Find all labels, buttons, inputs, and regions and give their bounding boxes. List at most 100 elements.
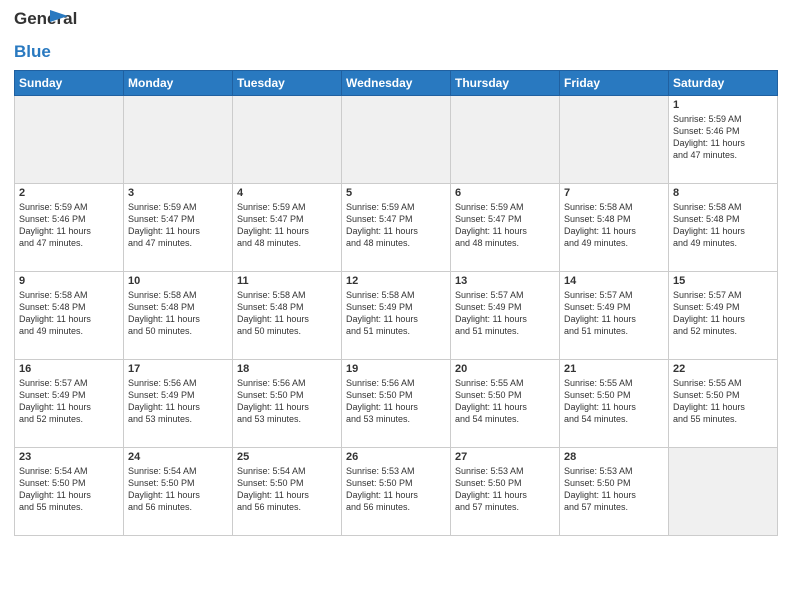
week-row-2: 9 Sunrise: 5:58 AM Sunset: 5:48 PM Daylig… <box>15 272 778 360</box>
calendar-cell: 12 Sunrise: 5:58 AM Sunset: 5:49 PM Dayli… <box>342 272 451 360</box>
calendar-cell: 5 Sunrise: 5:59 AM Sunset: 5:47 PM Daylig… <box>342 184 451 272</box>
day-number: 11 <box>237 275 337 287</box>
day-header-monday: Monday <box>124 71 233 96</box>
day-info: Sunrise: 5:59 AM Sunset: 5:46 PM Dayligh… <box>19 201 119 250</box>
day-info: Sunrise: 5:58 AM Sunset: 5:48 PM Dayligh… <box>673 201 773 250</box>
day-header-wednesday: Wednesday <box>342 71 451 96</box>
calendar-cell <box>233 96 342 184</box>
day-number: 23 <box>19 451 119 463</box>
calendar-cell: 4 Sunrise: 5:59 AM Sunset: 5:47 PM Daylig… <box>233 184 342 272</box>
calendar-cell: 28Sunrise: 5:53 AM Sunset: 5:50 PM Dayli… <box>560 448 669 536</box>
day-info: Sunrise: 5:57 AM Sunset: 5:49 PM Dayligh… <box>564 289 664 338</box>
calendar-cell: 2 Sunrise: 5:59 AM Sunset: 5:46 PM Daylig… <box>15 184 124 272</box>
day-header-thursday: Thursday <box>451 71 560 96</box>
day-number: 18 <box>237 363 337 375</box>
day-number: 21 <box>564 363 664 375</box>
page: General Blue <box>0 0 792 546</box>
day-info: Sunrise: 5:56 AM Sunset: 5:49 PM Dayligh… <box>128 377 228 426</box>
calendar-cell: 18 Sunrise: 5:56 AM Sunset: 5:50 PM Dayli… <box>233 360 342 448</box>
calendar-cell: 11Sunrise: 5:58 AM Sunset: 5:48 PM Dayli… <box>233 272 342 360</box>
calendar-cell <box>669 448 778 536</box>
day-info: Sunrise: 5:55 AM Sunset: 5:50 PM Dayligh… <box>455 377 555 426</box>
calendar-cell: 23 Sunrise: 5:54 AM Sunset: 5:50 PM Dayli… <box>15 448 124 536</box>
calendar-cell <box>342 96 451 184</box>
day-number: 14 <box>564 275 664 287</box>
calendar-cell: 16Sunrise: 5:57 AM Sunset: 5:49 PM Dayli… <box>15 360 124 448</box>
day-info: Sunrise: 5:58 AM Sunset: 5:48 PM Dayligh… <box>19 289 119 338</box>
week-row-0: 1 Sunrise: 5:59 AM Sunset: 5:46 PM Daylig… <box>15 96 778 184</box>
day-number: 5 <box>346 187 446 199</box>
logo: General Blue <box>14 10 66 62</box>
calendar-cell: 9 Sunrise: 5:58 AM Sunset: 5:48 PM Daylig… <box>15 272 124 360</box>
day-info: Sunrise: 5:54 AM Sunset: 5:50 PM Dayligh… <box>128 465 228 514</box>
day-info: Sunrise: 5:59 AM Sunset: 5:47 PM Dayligh… <box>346 201 446 250</box>
day-info: Sunrise: 5:59 AM Sunset: 5:47 PM Dayligh… <box>237 201 337 250</box>
calendar-body: 1 Sunrise: 5:59 AM Sunset: 5:46 PM Daylig… <box>15 96 778 536</box>
day-info: Sunrise: 5:59 AM Sunset: 5:47 PM Dayligh… <box>128 201 228 250</box>
calendar-cell <box>451 96 560 184</box>
logo-icon <box>50 10 68 28</box>
calendar-table: SundayMondayTuesdayWednesdayThursdayFrid… <box>14 70 778 536</box>
day-number: 28 <box>564 451 664 463</box>
day-info: Sunrise: 5:53 AM Sunset: 5:50 PM Dayligh… <box>455 465 555 514</box>
calendar-cell: 17Sunrise: 5:56 AM Sunset: 5:49 PM Dayli… <box>124 360 233 448</box>
day-info: Sunrise: 5:56 AM Sunset: 5:50 PM Dayligh… <box>237 377 337 426</box>
day-header-saturday: Saturday <box>669 71 778 96</box>
day-info: Sunrise: 5:57 AM Sunset: 5:49 PM Dayligh… <box>455 289 555 338</box>
calendar-cell: 8 Sunrise: 5:58 AM Sunset: 5:48 PM Daylig… <box>669 184 778 272</box>
calendar-cell <box>124 96 233 184</box>
day-number: 19 <box>346 363 446 375</box>
day-number: 25 <box>237 451 337 463</box>
day-info: Sunrise: 5:54 AM Sunset: 5:50 PM Dayligh… <box>237 465 337 514</box>
calendar-cell: 26 Sunrise: 5:53 AM Sunset: 5:50 PM Dayli… <box>342 448 451 536</box>
header: General Blue <box>14 10 778 62</box>
day-info: Sunrise: 5:55 AM Sunset: 5:50 PM Dayligh… <box>673 377 773 426</box>
day-number: 1 <box>673 99 773 111</box>
day-number: 3 <box>128 187 228 199</box>
days-header-row: SundayMondayTuesdayWednesdayThursdayFrid… <box>15 71 778 96</box>
day-number: 24 <box>128 451 228 463</box>
day-info: Sunrise: 5:55 AM Sunset: 5:50 PM Dayligh… <box>564 377 664 426</box>
calendar-cell: 15Sunrise: 5:57 AM Sunset: 5:49 PM Dayli… <box>669 272 778 360</box>
day-info: Sunrise: 5:57 AM Sunset: 5:49 PM Dayligh… <box>673 289 773 338</box>
calendar-cell <box>560 96 669 184</box>
calendar-cell: 25 Sunrise: 5:54 AM Sunset: 5:50 PM Dayli… <box>233 448 342 536</box>
day-info: Sunrise: 5:54 AM Sunset: 5:50 PM Dayligh… <box>19 465 119 514</box>
week-row-4: 23 Sunrise: 5:54 AM Sunset: 5:50 PM Dayli… <box>15 448 778 536</box>
day-info: Sunrise: 5:57 AM Sunset: 5:49 PM Dayligh… <box>19 377 119 426</box>
calendar-cell: 1 Sunrise: 5:59 AM Sunset: 5:46 PM Daylig… <box>669 96 778 184</box>
calendar-cell: 21 Sunrise: 5:55 AM Sunset: 5:50 PM Dayli… <box>560 360 669 448</box>
day-info: Sunrise: 5:56 AM Sunset: 5:50 PM Dayligh… <box>346 377 446 426</box>
day-number: 2 <box>19 187 119 199</box>
calendar-cell: 24 Sunrise: 5:54 AM Sunset: 5:50 PM Dayli… <box>124 448 233 536</box>
day-number: 9 <box>19 275 119 287</box>
day-number: 13 <box>455 275 555 287</box>
week-row-1: 2 Sunrise: 5:59 AM Sunset: 5:46 PM Daylig… <box>15 184 778 272</box>
day-header-sunday: Sunday <box>15 71 124 96</box>
calendar-cell: 22Sunrise: 5:55 AM Sunset: 5:50 PM Dayli… <box>669 360 778 448</box>
day-number: 10 <box>128 275 228 287</box>
day-info: Sunrise: 5:53 AM Sunset: 5:50 PM Dayligh… <box>346 465 446 514</box>
calendar-cell: 27 Sunrise: 5:53 AM Sunset: 5:50 PM Dayli… <box>451 448 560 536</box>
day-number: 7 <box>564 187 664 199</box>
day-info: Sunrise: 5:58 AM Sunset: 5:49 PM Dayligh… <box>346 289 446 338</box>
day-number: 4 <box>237 187 337 199</box>
day-header-tuesday: Tuesday <box>233 71 342 96</box>
day-info: Sunrise: 5:59 AM Sunset: 5:46 PM Dayligh… <box>673 113 773 162</box>
day-number: 6 <box>455 187 555 199</box>
calendar-cell: 3 Sunrise: 5:59 AM Sunset: 5:47 PM Daylig… <box>124 184 233 272</box>
day-header-friday: Friday <box>560 71 669 96</box>
day-number: 27 <box>455 451 555 463</box>
calendar-cell: 6 Sunrise: 5:59 AM Sunset: 5:47 PM Daylig… <box>451 184 560 272</box>
week-row-3: 16Sunrise: 5:57 AM Sunset: 5:49 PM Dayli… <box>15 360 778 448</box>
day-number: 26 <box>346 451 446 463</box>
calendar-cell: 19 Sunrise: 5:56 AM Sunset: 5:50 PM Dayli… <box>342 360 451 448</box>
calendar-cell: 10Sunrise: 5:58 AM Sunset: 5:48 PM Dayli… <box>124 272 233 360</box>
day-info: Sunrise: 5:59 AM Sunset: 5:47 PM Dayligh… <box>455 201 555 250</box>
calendar-cell: 14 Sunrise: 5:57 AM Sunset: 5:49 PM Dayli… <box>560 272 669 360</box>
calendar-header: SundayMondayTuesdayWednesdayThursdayFrid… <box>15 71 778 96</box>
calendar-cell: 13 Sunrise: 5:57 AM Sunset: 5:49 PM Dayli… <box>451 272 560 360</box>
day-number: 12 <box>346 275 446 287</box>
calendar-cell <box>15 96 124 184</box>
day-number: 8 <box>673 187 773 199</box>
